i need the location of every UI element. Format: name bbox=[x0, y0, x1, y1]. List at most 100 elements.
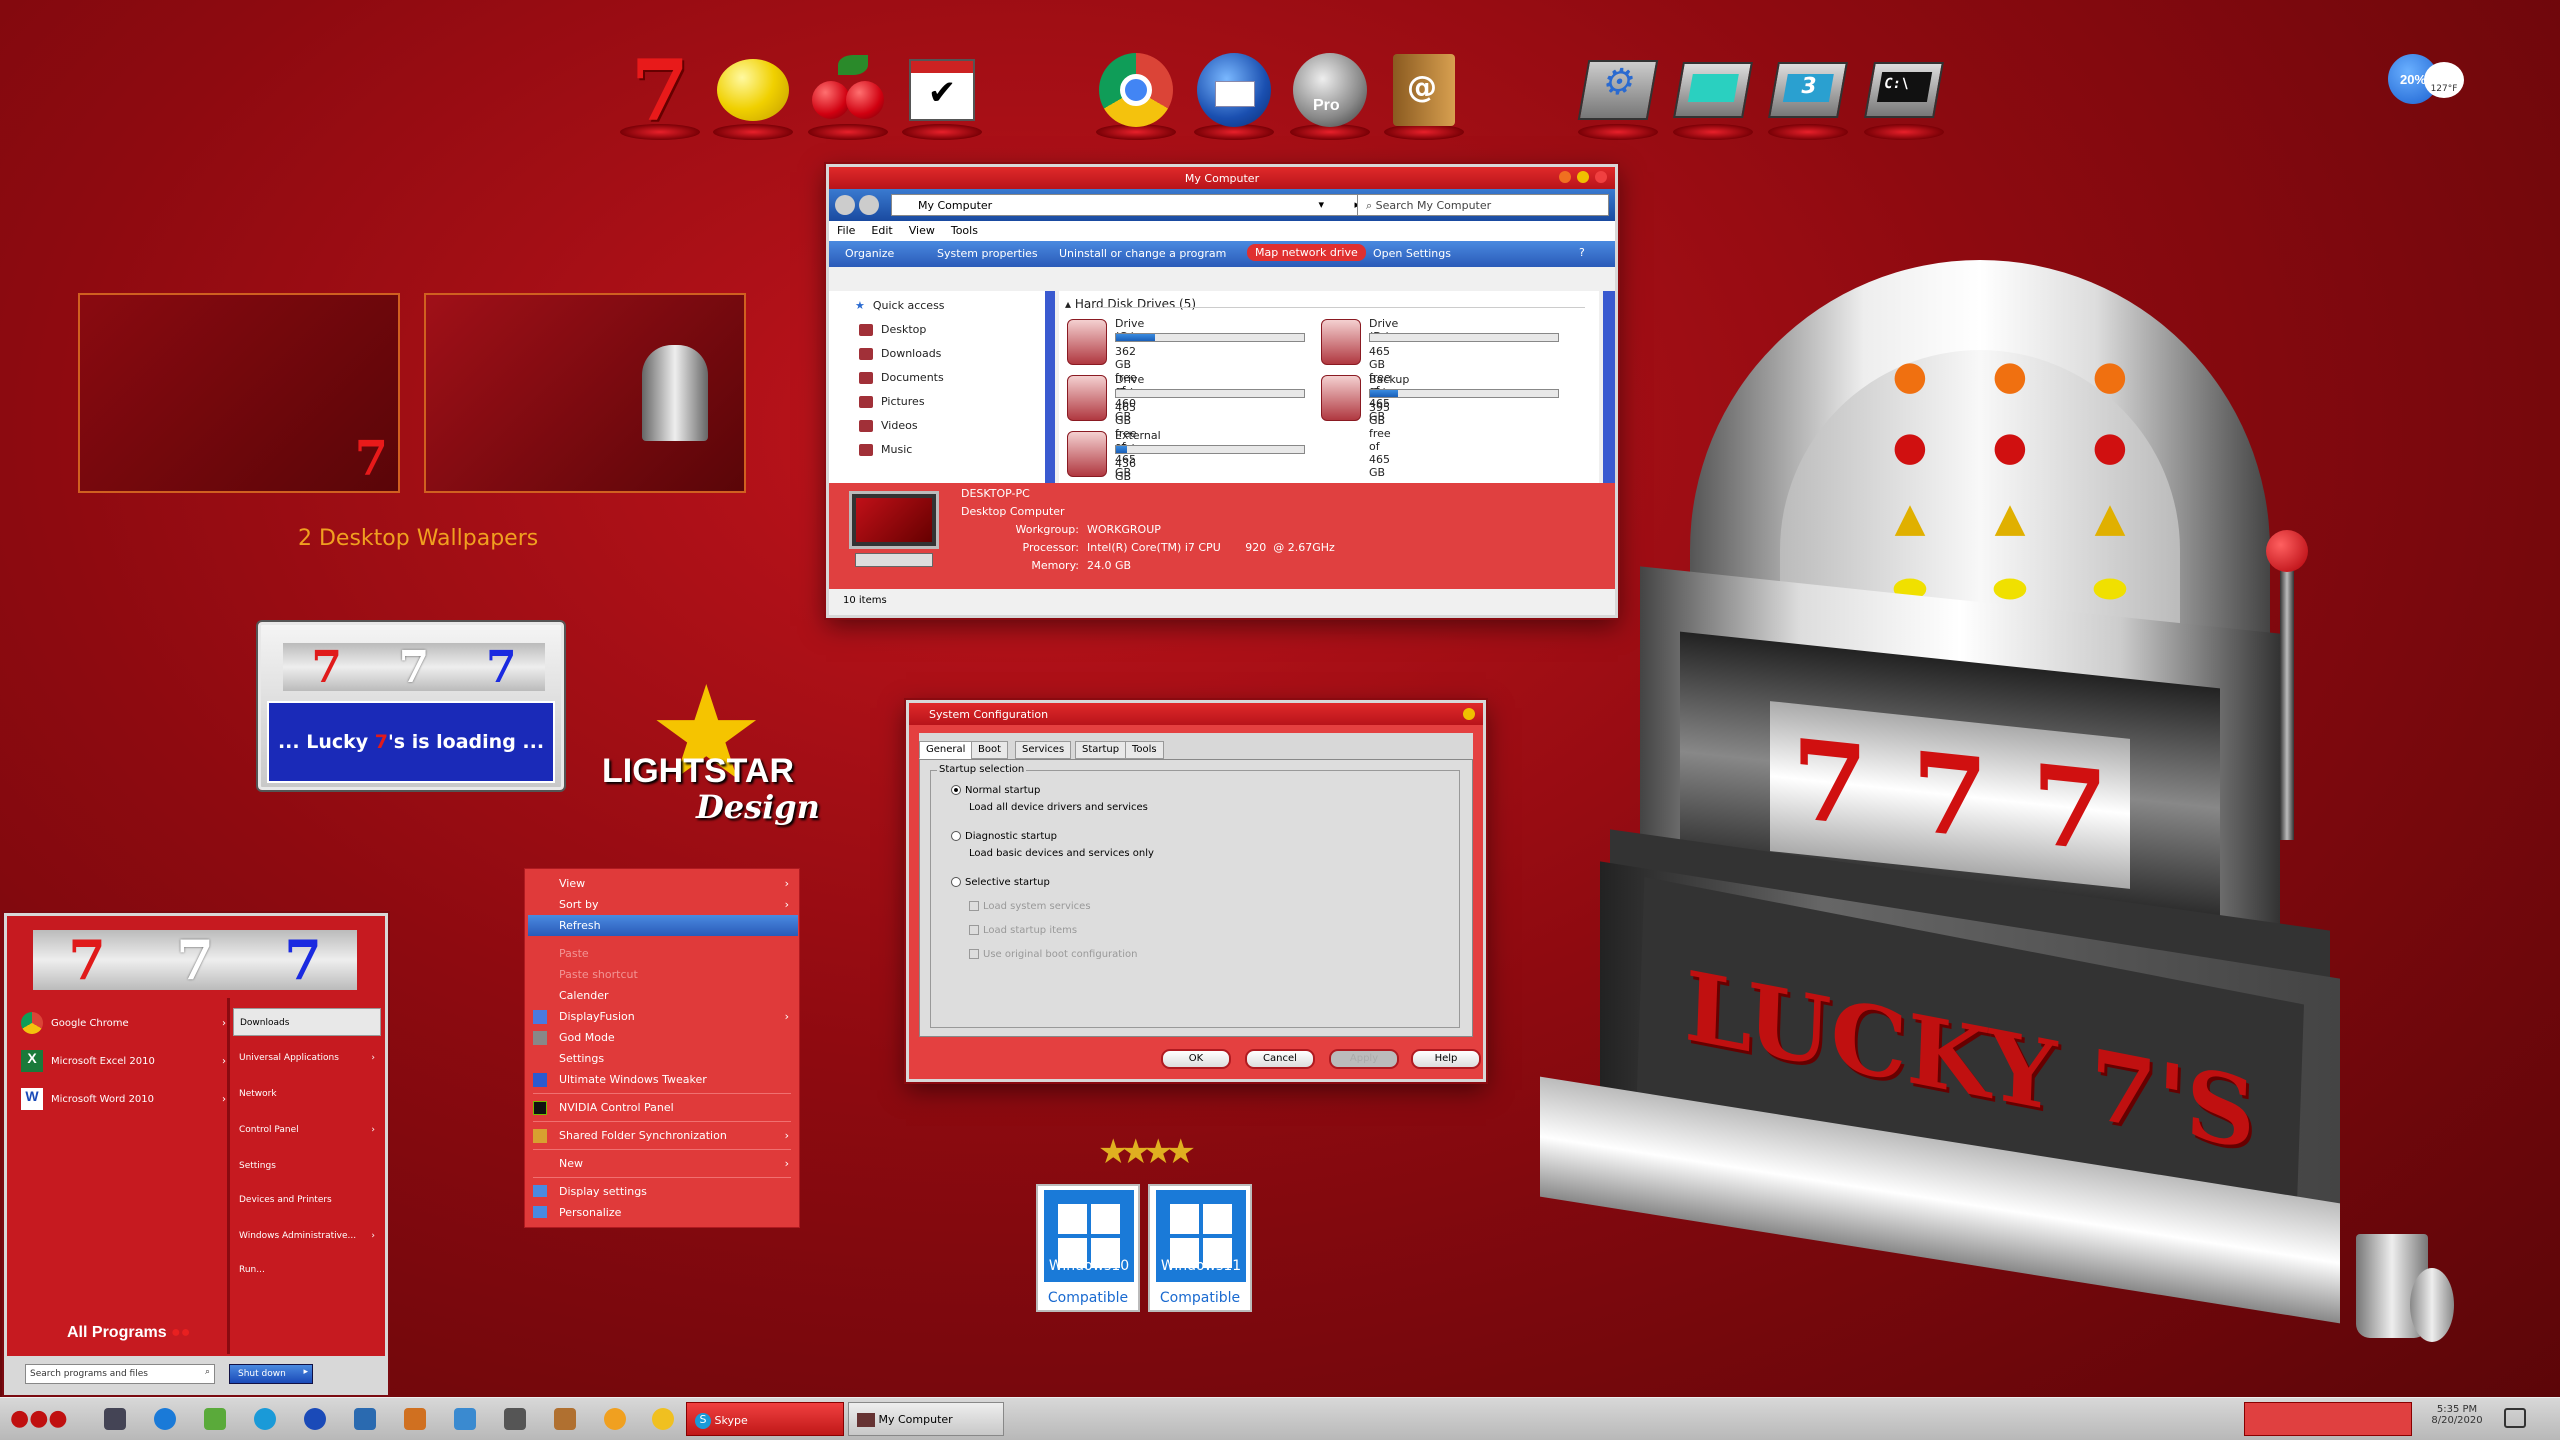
menu-item-settings[interactable]: Settings bbox=[525, 1048, 799, 1069]
command-prompt-icon[interactable]: C:\ bbox=[1856, 40, 1952, 140]
nav-videos[interactable]: Videos bbox=[859, 419, 918, 432]
normal-startup-radio[interactable]: Normal startup bbox=[951, 785, 1040, 796]
menu-item-displayfusion[interactable]: DisplayFusion › bbox=[525, 1006, 799, 1027]
organize-button[interactable]: Organize bbox=[845, 247, 894, 260]
system-properties-button[interactable]: System properties bbox=[937, 247, 1038, 260]
clock[interactable]: 5:35 PM 8/20/2020 bbox=[2420, 1404, 2494, 1426]
tab-general[interactable]: General bbox=[919, 741, 973, 759]
system-tray[interactable] bbox=[2244, 1402, 2412, 1436]
open-settings-button[interactable]: Open Settings bbox=[1373, 247, 1451, 260]
menu-item-god-mode[interactable]: God Mode bbox=[525, 1027, 799, 1048]
start-right-control-panel[interactable]: Control Panel › bbox=[233, 1116, 381, 1144]
menu-item-nvidia[interactable]: NVIDIA Control Panel bbox=[525, 1097, 799, 1118]
quick-access[interactable]: ★ Quick access bbox=[855, 299, 945, 312]
taskbar-my-computer[interactable]: My Computer bbox=[848, 1402, 1004, 1436]
chrome-icon[interactable] bbox=[1088, 40, 1184, 140]
menu-item-refresh[interactable]: Refresh bbox=[528, 915, 798, 936]
notification-icon[interactable] bbox=[2504, 1408, 2526, 1428]
menu-tools[interactable]: Tools bbox=[951, 224, 978, 238]
diagnostic-startup-radio[interactable]: Diagnostic startup bbox=[951, 831, 1057, 842]
taskbar-skype[interactable]: S Skype bbox=[686, 1402, 844, 1436]
drives-group-header[interactable]: ▴ Hard Disk Drives (5) bbox=[1065, 297, 1196, 311]
app-icon[interactable] bbox=[404, 1408, 426, 1430]
start-right-windows-admin[interactable]: Windows Administrative... › bbox=[233, 1222, 381, 1250]
start-right-downloads[interactable]: Downloads bbox=[233, 1008, 381, 1036]
start-right-universal-apps[interactable]: Universal Applications › bbox=[233, 1044, 381, 1072]
tab-startup[interactable]: Startup bbox=[1075, 741, 1127, 759]
seven-icon[interactable]: 7 bbox=[612, 40, 708, 140]
menu-item-view[interactable]: View › bbox=[525, 873, 799, 894]
device-icon[interactable]: 3 bbox=[1760, 40, 1856, 140]
wallpaper-thumb-1[interactable]: 7 bbox=[78, 293, 400, 493]
weather-icon[interactable] bbox=[652, 1408, 674, 1430]
nav-downloads[interactable]: Downloads bbox=[859, 347, 941, 360]
address-input[interactable]: My Computer▾▸ bbox=[891, 194, 1369, 216]
monitor-icon[interactable] bbox=[1665, 40, 1761, 140]
menu-item-personalize[interactable]: Personalize bbox=[525, 1202, 799, 1223]
app-icon[interactable] bbox=[454, 1408, 476, 1430]
checklist-icon[interactable]: ✔ bbox=[894, 40, 990, 140]
weather-gadget[interactable]: 20% 127°F bbox=[2388, 54, 2478, 104]
start-item-chrome[interactable]: Google Chrome › bbox=[21, 1008, 226, 1038]
dialog-titlebar[interactable]: System Configuration bbox=[909, 703, 1483, 725]
uninstall-button[interactable]: Uninstall or change a program bbox=[1059, 247, 1226, 260]
google-earth-pro-icon[interactable]: Pro bbox=[1282, 40, 1378, 140]
menu-view[interactable]: View bbox=[909, 224, 935, 238]
app-icon[interactable] bbox=[204, 1408, 226, 1430]
nav-scrollbar[interactable] bbox=[1045, 291, 1055, 483]
explorer-titlebar[interactable]: My Computer bbox=[829, 167, 1615, 189]
recycle-bin-icon[interactable] bbox=[2350, 1224, 2454, 1348]
lemon-icon[interactable] bbox=[705, 40, 801, 140]
nav-desktop[interactable]: Desktop bbox=[859, 323, 926, 336]
minimize-button[interactable] bbox=[1559, 171, 1571, 183]
start-right-run[interactable]: Run... bbox=[233, 1256, 381, 1284]
nav-music[interactable]: Music bbox=[859, 443, 912, 456]
app-icon[interactable] bbox=[554, 1408, 576, 1430]
thunderbird-icon[interactable] bbox=[1186, 40, 1282, 140]
menu-item-ultimate-windows-tweaker[interactable]: Ultimate Windows Tweaker bbox=[525, 1069, 799, 1090]
cortana-icon[interactable] bbox=[254, 1408, 276, 1430]
all-programs-button[interactable]: All Programs ●● bbox=[67, 1324, 190, 1342]
wallpaper-thumb-2[interactable] bbox=[424, 293, 746, 493]
menu-edit[interactable]: Edit bbox=[871, 224, 892, 238]
maximize-button[interactable] bbox=[1577, 171, 1589, 183]
search-input[interactable]: ⌕ Search My Computer bbox=[1357, 194, 1609, 216]
back-button[interactable] bbox=[835, 195, 855, 215]
tab-services[interactable]: Services bbox=[1015, 741, 1072, 759]
tab-boot[interactable]: Boot bbox=[971, 741, 1009, 759]
tab-tools[interactable]: Tools bbox=[1125, 741, 1164, 759]
start-right-devices-printers[interactable]: Devices and Printers bbox=[233, 1186, 381, 1214]
app-icon[interactable] bbox=[104, 1408, 126, 1430]
map-network-drive-button[interactable]: Map network drive bbox=[1247, 244, 1366, 261]
load-startup-items-checkbox[interactable]: Load startup items bbox=[969, 925, 1077, 936]
close-button[interactable] bbox=[1595, 171, 1607, 183]
app-icon[interactable] bbox=[504, 1408, 526, 1430]
menu-file[interactable]: File bbox=[837, 224, 855, 238]
nav-documents[interactable]: Documents bbox=[859, 371, 944, 384]
forward-button[interactable] bbox=[859, 195, 879, 215]
menu-item-paste[interactable]: Paste bbox=[525, 943, 799, 964]
app-icon[interactable] bbox=[354, 1408, 376, 1430]
start-item-excel[interactable]: X Microsoft Excel 2010 › bbox=[21, 1046, 226, 1076]
menu-item-calender[interactable]: Calender bbox=[525, 985, 799, 1006]
close-button[interactable] bbox=[1463, 708, 1475, 720]
selective-startup-radio[interactable]: Selective startup bbox=[951, 877, 1050, 888]
address-book-icon[interactable]: @ bbox=[1376, 40, 1472, 140]
start-right-settings[interactable]: Settings bbox=[233, 1152, 381, 1180]
start-button[interactable]: ●●● bbox=[10, 1406, 68, 1431]
menu-item-sort-by[interactable]: Sort by › bbox=[525, 894, 799, 915]
shutdown-button[interactable]: Shut down ▸ bbox=[229, 1364, 313, 1384]
settings-icon[interactable]: ⚙ bbox=[1570, 40, 1666, 140]
system-configuration-dialog[interactable]: System Configuration General Boot Servic… bbox=[906, 700, 1486, 1082]
ok-button[interactable]: OK bbox=[1161, 1049, 1231, 1069]
start-search-input[interactable]: Search programs and files ⌕ bbox=[25, 1364, 215, 1384]
start-item-word[interactable]: W Microsoft Word 2010 › bbox=[21, 1084, 226, 1114]
app-icon[interactable] bbox=[304, 1408, 326, 1430]
cancel-button[interactable]: Cancel bbox=[1245, 1049, 1315, 1069]
load-system-services-checkbox[interactable]: Load system services bbox=[969, 901, 1091, 912]
nav-pictures[interactable]: Pictures bbox=[859, 395, 925, 408]
cherry-icon[interactable] bbox=[800, 40, 896, 140]
app-icon[interactable] bbox=[604, 1408, 626, 1430]
start-right-network[interactable]: Network bbox=[233, 1080, 381, 1108]
apply-button[interactable]: Apply bbox=[1329, 1049, 1399, 1069]
